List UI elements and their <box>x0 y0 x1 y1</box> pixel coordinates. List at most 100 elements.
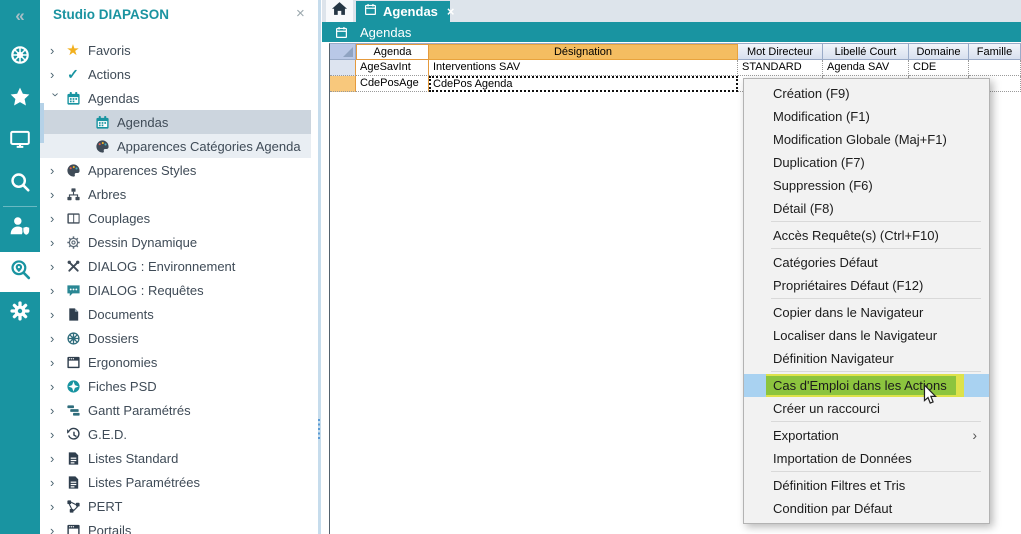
chevron-right-icon: › <box>50 43 65 58</box>
nav-item-ged[interactable]: ›G.E.D. <box>40 422 311 446</box>
menu-item-label: Condition par Défaut <box>773 501 892 516</box>
chat-icon <box>65 282 81 298</box>
user-roles-button[interactable] <box>0 208 40 248</box>
column-header-domaine[interactable]: Domaine <box>909 44 969 60</box>
chevron-right-icon: › <box>50 523 65 534</box>
collapse-panel-button[interactable]: « <box>0 0 40 32</box>
history-clock-icon <box>65 426 81 442</box>
row-selector[interactable] <box>330 60 356 76</box>
nav-item-gantt-parametres[interactable]: ›Gantt Paramétrés <box>40 398 311 422</box>
table-cell[interactable]: AgeSavInt <box>356 60 429 76</box>
nav-item-dossiers[interactable]: › Dossiers <box>40 326 311 350</box>
chevron-right-icon: › <box>50 235 65 250</box>
tab-agendas[interactable]: Agendas × <box>356 1 450 22</box>
menu-item-proprietaires-defaut[interactable]: Propriétaires Défaut (F12) <box>744 274 989 297</box>
column-header-agenda[interactable]: Agenda <box>356 44 429 60</box>
star-icon: ★ <box>65 42 81 58</box>
menu-item-creation[interactable]: Création (F9) <box>744 82 989 105</box>
nav-item-agendas-sub[interactable]: Agendas <box>40 110 311 134</box>
table-cell[interactable] <box>969 60 1021 76</box>
calendar-icon <box>364 3 377 21</box>
row-selector[interactable] <box>330 76 356 92</box>
menu-item-condition-par-defaut[interactable]: Condition par Défaut <box>744 497 989 520</box>
menu-item-creer-raccourci[interactable]: Créer un raccourci <box>744 397 989 420</box>
menu-item-cas-emploi-actions[interactable]: Cas d'Emploi dans les Actions <box>744 374 989 397</box>
menu-item-suppression[interactable]: Suppression (F6) <box>744 174 989 197</box>
settings-button[interactable] <box>0 293 40 333</box>
tab-label: Agendas <box>383 4 438 19</box>
tools-icon <box>65 258 81 274</box>
table-cell[interactable]: Interventions SAV <box>429 60 738 76</box>
favorites-button[interactable] <box>0 79 40 119</box>
nav-item-label: DIALOG : Environnement <box>88 259 235 274</box>
nav-item-label: Gantt Paramétrés <box>88 403 191 418</box>
nav-item-dialog-requetes[interactable]: ›DIALOG : Requêtes <box>40 278 311 302</box>
nav-item-label: Documents <box>88 307 154 322</box>
menu-separator <box>771 221 981 222</box>
menu-item-categories-defaut[interactable]: Catégories Défaut <box>744 251 989 274</box>
chevron-right-icon: › <box>50 211 65 226</box>
menu-item-duplication[interactable]: Duplication (F7) <box>744 151 989 174</box>
menu-item-modification[interactable]: Modification (F1) <box>744 105 989 128</box>
nav-item-listes-standard[interactable]: ›Listes Standard <box>40 446 311 470</box>
menu-item-detail[interactable]: Détail (F8) <box>744 197 989 220</box>
home-icon <box>331 1 348 21</box>
nav-item-label: Dossiers <box>88 331 139 346</box>
tab-close-icon[interactable]: × <box>447 4 455 19</box>
file-list-icon <box>65 450 81 466</box>
nav-item-label: DIALOG : Requêtes <box>88 283 204 298</box>
nav-item-arbres[interactable]: ›Arbres <box>40 182 311 206</box>
menu-item-copier-navigateur[interactable]: Copier dans le Navigateur <box>744 301 989 324</box>
column-header-famille[interactable]: Famille <box>969 44 1021 60</box>
column-header-mot-directeur[interactable]: Mot Directeur <box>738 44 823 60</box>
column-header-designation[interactable]: Désignation <box>429 44 738 60</box>
nav-item-couplages[interactable]: › Couplages <box>40 206 311 230</box>
chevron-right-icon: › <box>50 67 65 82</box>
nav-item-ergonomies[interactable]: ›Ergonomies <box>40 350 311 374</box>
nav-item-documents[interactable]: ›Documents <box>40 302 311 326</box>
nav-item-label: Couplages <box>88 211 150 226</box>
menu-item-importation-donnees[interactable]: Importation de Données <box>744 447 989 470</box>
nav-item-agendas[interactable]: ›Agendas <box>40 86 311 110</box>
workspace-button[interactable] <box>0 121 40 161</box>
select-all-corner[interactable] <box>330 44 356 60</box>
menu-item-definition-navigateur[interactable]: Définition Navigateur <box>744 347 989 370</box>
nav-item-dialog-environnement[interactable]: ›DIALOG : Environnement <box>40 254 311 278</box>
nav-item-label: Dessin Dynamique <box>88 235 197 250</box>
search-pin-button[interactable] <box>0 252 40 292</box>
menu-item-acces-requetes[interactable]: Accès Requête(s) (Ctrl+F10) <box>744 224 989 247</box>
nav-item-portails[interactable]: ›Portails <box>40 518 311 534</box>
menu-item-exportation[interactable]: Exportation› <box>744 424 989 447</box>
nav-item-fiches-psd[interactable]: ›Fiches PSD <box>40 374 311 398</box>
table-cell[interactable]: CdePosAge <box>356 76 429 92</box>
table-cell-editing[interactable]: CdePos Agenda <box>429 76 738 92</box>
nav-item-actions[interactable]: ›✓Actions <box>40 62 311 86</box>
table-cell[interactable]: CDE <box>909 60 969 76</box>
menu-separator <box>771 371 981 372</box>
search-button[interactable] <box>0 164 40 204</box>
menu-item-label: Localiser dans le Navigateur <box>773 328 937 343</box>
nav-item-pert[interactable]: ›PERT <box>40 494 311 518</box>
grid-header-row: Agenda Désignation Mot Directeur Libellé… <box>330 44 1021 60</box>
chevron-right-icon: › <box>50 331 65 346</box>
nav-item-label: Actions <box>88 67 131 82</box>
home-button[interactable] <box>326 0 353 22</box>
menu-item-modification-globale[interactable]: Modification Globale (Maj+F1) <box>744 128 989 151</box>
nav-item-listes-parametrees[interactable]: ›Listes Paramétrées <box>40 470 311 494</box>
chevron-right-icon: › <box>50 475 65 490</box>
column-header-libelle-court[interactable]: Libellé Court <box>823 44 909 60</box>
breadcrumb-label: Agendas <box>360 25 411 40</box>
table-cell[interactable]: Agenda SAV <box>823 60 909 76</box>
modules-button[interactable] <box>0 37 40 77</box>
nav-item-dessin-dynamique[interactable]: › Dessin Dynamique <box>40 230 311 254</box>
menu-item-definition-filtres-tris[interactable]: Définition Filtres et Tris <box>744 474 989 497</box>
menu-item-label: Création (F9) <box>773 86 850 101</box>
menu-item-localiser-navigateur[interactable]: Localiser dans le Navigateur <box>744 324 989 347</box>
nav-item-favoris[interactable]: ›★Favoris <box>40 38 311 62</box>
table-cell[interactable]: STANDARD <box>738 60 823 76</box>
nav-scrollbar-thumb[interactable] <box>40 103 44 143</box>
nav-item-apparences-styles[interactable]: ›Apparences Styles <box>40 158 311 182</box>
panel-splitter[interactable] <box>318 0 321 534</box>
nav-item-apparences-categories-agenda[interactable]: Apparences Catégories Agenda <box>40 134 311 158</box>
navigator-close-icon[interactable]: × <box>296 5 305 22</box>
